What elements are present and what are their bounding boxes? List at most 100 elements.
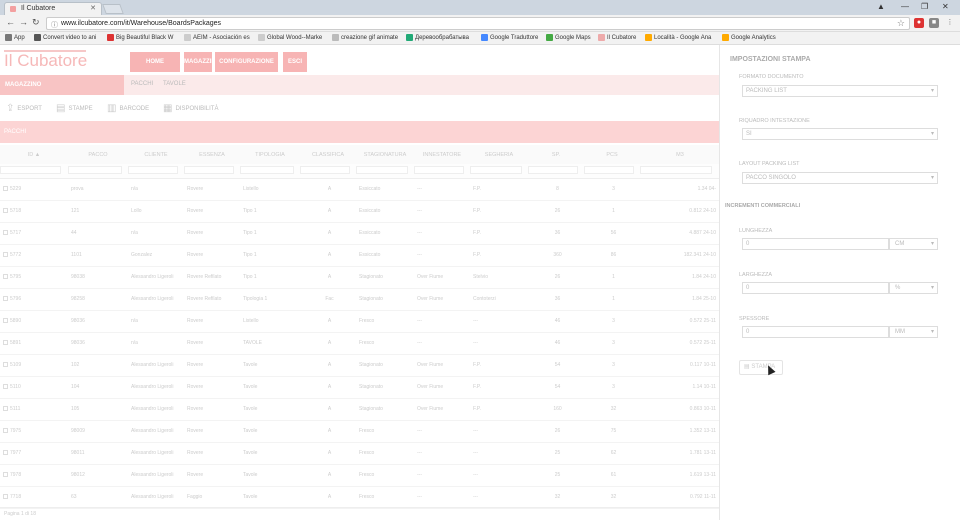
print-submit-button[interactable]: ▤ STAMPA — [739, 360, 783, 375]
thickness-input[interactable]: 0 — [742, 326, 889, 338]
table-row[interactable]: 5890 98036 n/a Rovere Listello A Fresco --- --- 4… — [0, 310, 720, 333]
table-row[interactable]: 5717 44 n/a Rovere Tipo 1 A Essiccato --- F.P. 36… — [0, 222, 720, 245]
bookmark-item[interactable]: Il Cubatore — [598, 34, 636, 41]
column-header[interactable]: STAGIONATURA — [356, 145, 414, 164]
row-checkbox[interactable] — [3, 296, 8, 302]
column-header[interactable]: PACCO — [68, 145, 128, 164]
url-input[interactable]: ⓘ www.ilcubatore.com/it/Warehouse/Boards… — [46, 17, 910, 30]
table-row[interactable]: 5891 98036 n/a Rovere TAVOLE A Fresco --- --- 46 3… — [0, 332, 720, 355]
row-checkbox[interactable] — [3, 186, 8, 192]
new-tab-button[interactable] — [102, 4, 124, 14]
bookmark-apps[interactable]: App — [5, 34, 25, 41]
bookmark-item[interactable]: Google Analytics — [722, 34, 776, 41]
table-row[interactable]: 5229 prova n/a Rovere Listello A Essiccato --- F… — [0, 178, 720, 201]
filter-input[interactable] — [240, 165, 294, 174]
filter-input[interactable] — [128, 165, 179, 174]
header-select[interactable]: SI ▾ — [742, 128, 938, 140]
filter-input[interactable] — [528, 165, 579, 174]
column-header[interactable]: PCS — [584, 145, 640, 164]
barcode-button[interactable]: ▥ BARCODE — [107, 103, 149, 114]
bookmark-item[interactable]: Google Traduttore — [481, 34, 538, 41]
filter-input[interactable] — [356, 165, 409, 174]
back-icon[interactable]: ← — [6, 17, 15, 27]
nav-home[interactable]: HOME — [130, 52, 180, 72]
minimize-icon[interactable]: — — [901, 2, 909, 11]
close-tab-icon[interactable]: ✕ — [90, 4, 96, 12]
filter-input[interactable] — [414, 165, 465, 174]
table-row[interactable]: 5111 105 Alessandro Ligeroli Rovere Tavole A S… — [0, 398, 720, 421]
row-checkbox[interactable] — [3, 318, 8, 324]
subnav-tavole[interactable]: TAVOLE — [163, 81, 186, 87]
width-input[interactable]: 0 — [742, 282, 889, 294]
pagination-footer[interactable]: Pagina 1 di 18 — [0, 507, 720, 520]
row-checkbox[interactable] — [3, 230, 8, 236]
row-checkbox[interactable] — [3, 362, 8, 368]
table-row[interactable]: 5109 102 Alessandro Ligeroli Rovere Tavole A S… — [0, 354, 720, 377]
page-info-icon[interactable]: ⓘ — [51, 20, 58, 30]
row-checkbox[interactable] — [3, 472, 8, 478]
filter-input[interactable] — [584, 165, 635, 174]
row-checkbox[interactable] — [3, 384, 8, 390]
row-checkbox[interactable] — [3, 208, 8, 214]
forward-icon[interactable]: → — [19, 17, 28, 27]
bookmark-star-icon[interactable]: ☆ — [897, 18, 905, 29]
subnav-active[interactable]: MAGAZZINO — [0, 75, 124, 95]
reload-icon[interactable]: ↻ — [32, 17, 40, 28]
column-header[interactable]: CLASSIFICA — [300, 145, 356, 164]
filter-input[interactable] — [68, 165, 122, 174]
column-header[interactable]: M3 — [640, 145, 720, 164]
width-unit-select[interactable]: % ▾ — [889, 282, 938, 294]
bookmark-item[interactable]: Convert video to ani — [34, 34, 96, 41]
close-window-icon[interactable]: ✕ — [942, 2, 949, 11]
column-header[interactable]: SP. — [528, 145, 584, 164]
nav-configurazione[interactable]: CONFIGURAZIONE — [215, 52, 278, 72]
table-row[interactable]: 5718 121 Lollo Rovere Tipo 1 A Essiccato --- F.P… — [0, 200, 720, 223]
column-header[interactable]: ID ▲ — [0, 145, 68, 164]
extension-adblock-icon[interactable]: ● — [914, 18, 924, 28]
nav-magazzino[interactable]: MAGAZZINO — [184, 52, 220, 72]
filter-input[interactable] — [0, 165, 62, 174]
length-unit-select[interactable]: CM ▾ — [889, 238, 938, 250]
browser-tab[interactable]: Il Cubatore ✕ — [4, 2, 102, 15]
row-checkbox[interactable] — [3, 494, 8, 500]
table-row[interactable]: 5796 98258 Alessandro Ligeroli Rovere Refil… — [0, 288, 720, 311]
filter-input[interactable] — [470, 165, 523, 174]
row-checkbox[interactable] — [3, 406, 8, 412]
format-select[interactable]: PACKING LIST ▾ — [742, 85, 938, 97]
table-row[interactable]: 7718 63 Alessandro Ligeroli Faggio Tavole A Fr… — [0, 486, 720, 509]
subnav-pacchi[interactable]: PACCHI — [131, 81, 153, 87]
table-row[interactable]: 7978 98012 Alessandro Ligeroli Rovere Tavole… — [0, 464, 720, 487]
column-header[interactable]: INNESTATORE — [414, 145, 470, 164]
thickness-unit-select[interactable]: MM ▾ — [889, 326, 938, 338]
profile-icon[interactable]: ▲ — [877, 2, 885, 11]
column-header[interactable]: ESSENZA — [184, 145, 240, 164]
bookmark-item[interactable]: AEIM - Asociación es — [184, 34, 250, 41]
filter-input[interactable] — [300, 165, 351, 174]
nav-esci[interactable]: ESCI — [283, 52, 307, 72]
bookmark-item[interactable]: creazione gif animate — [332, 34, 398, 41]
bookmark-item[interactable]: Google Maps — [546, 34, 591, 41]
row-checkbox[interactable] — [3, 428, 8, 434]
bookmark-item[interactable]: Global Wood--Marke — [258, 34, 322, 41]
table-row[interactable]: 7977 98011 Alessandro Ligeroli Rovere Tavole… — [0, 442, 720, 465]
restore-icon[interactable]: ❐ — [921, 2, 928, 11]
filter-input[interactable] — [184, 165, 235, 174]
column-header[interactable]: SEGHERIA — [470, 145, 528, 164]
layout-select[interactable]: PACCO SINGOLO ▾ — [742, 172, 938, 184]
app-logo[interactable]: Il Cubatore — [4, 51, 87, 71]
table-row[interactable]: 5772 1101 Gonzalez Rovere Tipo 1 A Essiccato --… — [0, 244, 720, 267]
table-row[interactable]: 5110 104 Alessandro Ligeroli Rovere Tavole A S… — [0, 376, 720, 399]
length-input[interactable]: 0 — [742, 238, 889, 250]
table-row[interactable]: 5795 98038 Alessandro Ligeroli Rovere Refil… — [0, 266, 720, 289]
row-checkbox[interactable] — [3, 252, 8, 258]
row-checkbox[interactable] — [3, 274, 8, 280]
row-checkbox[interactable] — [3, 450, 8, 456]
menu-kebab-icon[interactable]: ⋮ — [945, 18, 955, 28]
table-row[interactable]: 7975 98009 Alessandro Ligeroli Rovere Tavole… — [0, 420, 720, 443]
column-header[interactable]: TIPOLOGIA — [240, 145, 300, 164]
column-header[interactable]: CLIENTE — [128, 145, 184, 164]
bookmark-item[interactable]: Località - Google Ana — [645, 34, 711, 41]
print-button[interactable]: ▤ STAMPE — [56, 103, 93, 114]
bookmark-item[interactable]: Деревообрабатыва — [406, 34, 469, 41]
filter-input[interactable] — [640, 165, 712, 174]
